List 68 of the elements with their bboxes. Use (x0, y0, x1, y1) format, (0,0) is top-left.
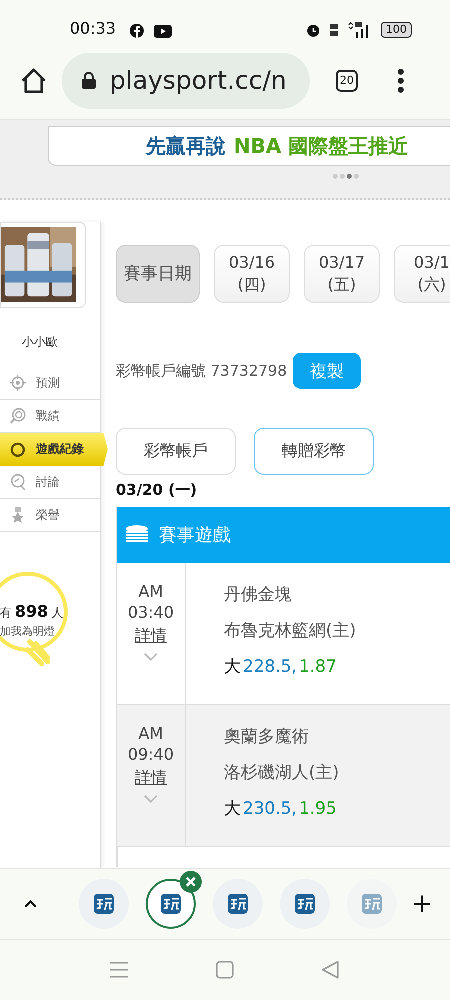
close-icon[interactable] (180, 871, 202, 893)
total-line: 228.5, (243, 657, 298, 677)
browser-tab[interactable] (212, 879, 262, 929)
browser-tab[interactable] (280, 879, 330, 929)
star-icon (10, 507, 26, 523)
tab-count-button[interactable]: 20 (336, 70, 358, 92)
total-line: 230.5, (243, 799, 298, 819)
site-favicon-icon (160, 894, 180, 914)
coin-stack-icon (125, 525, 149, 545)
ring-icon (10, 442, 26, 458)
address-bar[interactable]: playsport.cc/n (62, 52, 310, 108)
fan-count-text: 有 898 人 (0, 602, 64, 622)
site-favicon-icon (228, 894, 248, 914)
game-time: 03:40 (128, 602, 174, 623)
account-tab[interactable]: 彩幣帳戶 (116, 428, 236, 475)
clock-time: 00:33 (70, 19, 116, 38)
chat-icon (10, 474, 26, 490)
game-period: AM (138, 581, 164, 602)
menu-icon[interactable] (398, 68, 404, 92)
carousel-dot[interactable] (347, 174, 352, 179)
game-period: AM (138, 723, 164, 744)
date-tab[interactable]: 03/17 (五) (304, 245, 380, 303)
home-team: 洛杉磯湖人(主) (224, 762, 340, 784)
date-tab[interactable]: 03/16 (四) (214, 245, 290, 303)
site-favicon-icon (362, 894, 382, 914)
home-team: 布魯克林籃網(主) (224, 620, 356, 642)
details-link[interactable]: 詳情 (135, 625, 167, 646)
carousel-dot[interactable] (340, 174, 345, 179)
pick-label: 大 (224, 656, 241, 678)
home-icon[interactable] (20, 68, 48, 94)
browser-tab[interactable] (78, 879, 128, 929)
browser-tab[interactable] (146, 879, 196, 929)
pick-label: 大 (224, 798, 241, 820)
account-tab[interactable]: 轉贈彩幣 (254, 428, 374, 475)
video-play-icon (154, 25, 172, 38)
banner-headline: 先贏再說 (146, 132, 226, 160)
alarm-icon (306, 22, 321, 38)
banner-headline-highlight: NBA 國際盤王推近 (234, 132, 408, 160)
user-name: 小小歐 (21, 334, 59, 351)
account-number: 彩幣帳戶編號 73732798 (116, 362, 288, 380)
odds-value: 1.95 (299, 799, 337, 819)
carousel-dot[interactable] (354, 174, 359, 179)
away-team: 奧蘭多魔術 (224, 726, 310, 748)
battery-level: 100 (381, 22, 412, 38)
lock-icon (82, 72, 96, 89)
sidebar-item[interactable]: 榮譽 (0, 499, 100, 532)
games-title: 賽事遊戲 (159, 524, 231, 547)
facebook-icon (130, 24, 144, 38)
sidebar-item[interactable]: 遊戲紀錄 (0, 433, 108, 466)
plus-icon[interactable] (414, 893, 430, 915)
game-date: 03/20 (一) (116, 481, 198, 499)
site-favicon-icon (94, 894, 114, 914)
carousel-dot[interactable] (333, 174, 338, 179)
away-team: 丹佛金塊 (224, 584, 293, 606)
date-tab[interactable]: 03/1 (六) (394, 245, 450, 303)
game-time: 09:40 (128, 744, 174, 765)
target-icon (10, 375, 26, 391)
sidebar-item[interactable]: 預測 (0, 367, 100, 400)
date-heading: 賽事日期 (116, 245, 200, 303)
back-icon[interactable] (322, 961, 340, 979)
banner-card[interactable]: 先贏再說 NBA 國際盤王推近 (48, 126, 450, 166)
details-link[interactable]: 詳情 (135, 767, 167, 788)
sidebar-item[interactable]: 討論 (0, 466, 100, 499)
chevron-up-icon[interactable] (24, 898, 38, 910)
site-favicon-icon (294, 894, 314, 914)
fan-caption: 加我為明燈 (0, 624, 55, 639)
home-square-icon[interactable] (216, 961, 234, 979)
odds-value: 1.87 (299, 657, 337, 677)
